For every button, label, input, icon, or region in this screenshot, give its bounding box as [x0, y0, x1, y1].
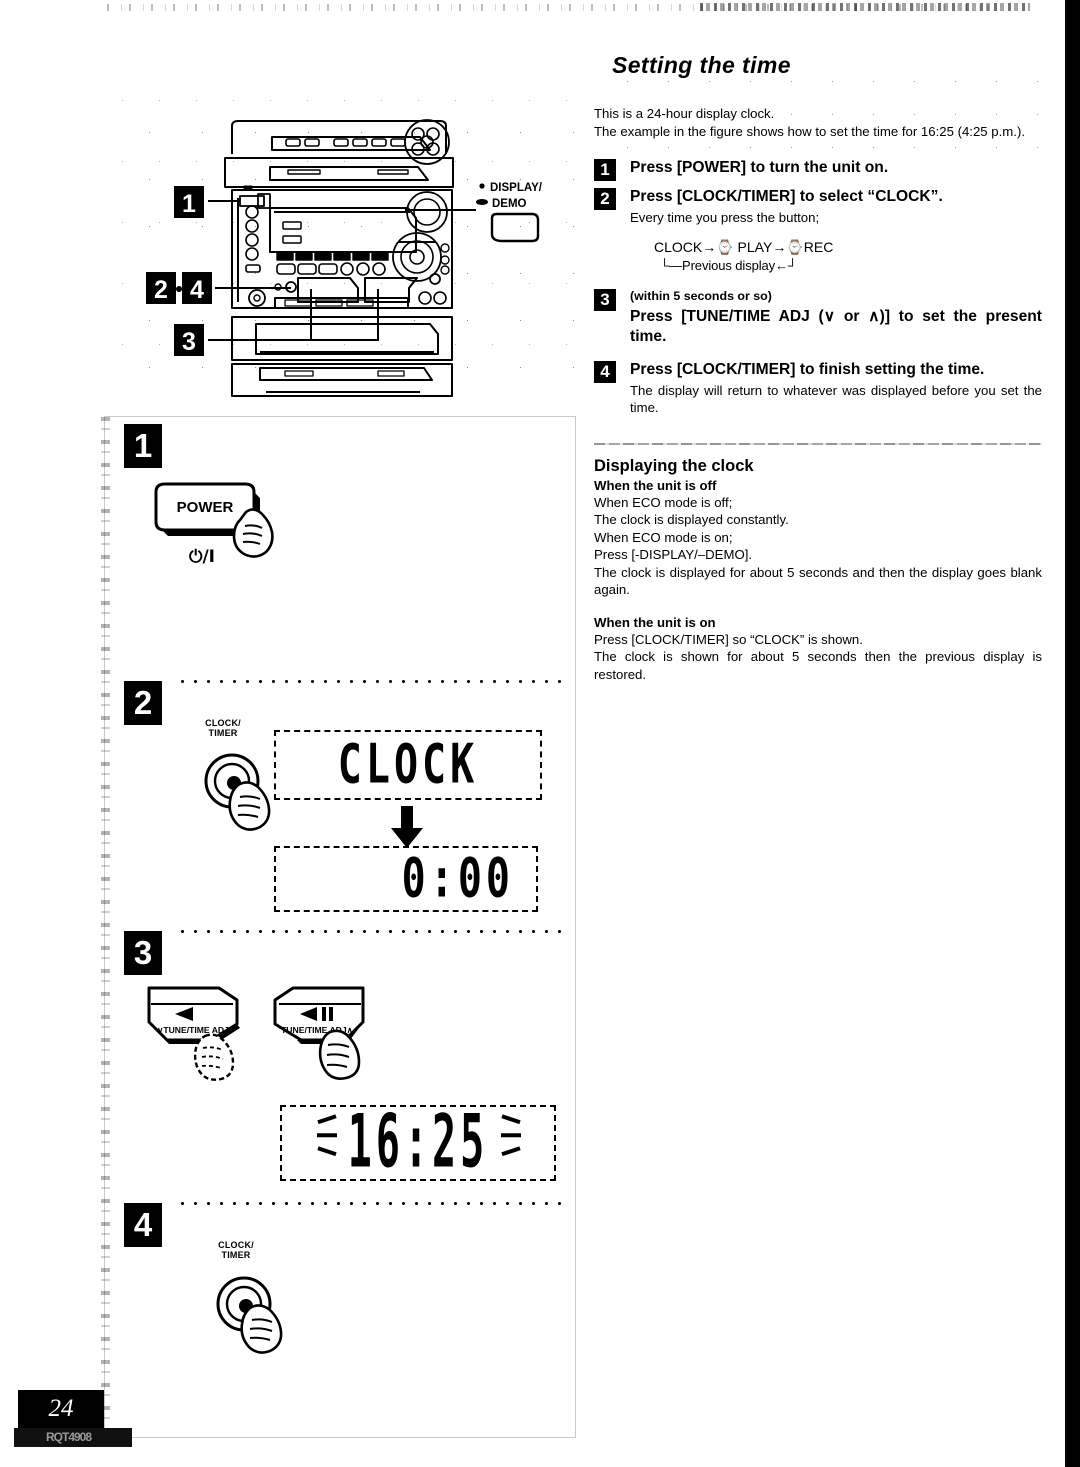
unit-on-line-1: Press [CLOCK/TIMER] so “CLOCK” is shown.: [594, 631, 863, 647]
intro-line-2: The example in the figure shows how to s…: [594, 123, 1026, 139]
callout-4-label: 4: [190, 276, 204, 304]
clock-timer-caption-4-line2: TIMER: [221, 1250, 251, 1260]
figure-step-3-number: 3: [124, 931, 162, 975]
step-1-heading: Press [POWER] to turn the unit on.: [630, 159, 889, 176]
step-2-number: 2: [594, 188, 616, 210]
unit-off-heading: When the unit is off: [594, 477, 717, 493]
figure-step-2-number: 2: [124, 681, 162, 725]
clock-timer-button-illustration-4: [208, 1268, 318, 1363]
unit-off-line-3: When ECO mode is on;: [594, 529, 733, 545]
footer-code: RQT4908: [46, 1430, 92, 1444]
lcd-display-clock-text: CLOCK: [337, 733, 479, 797]
step-1: 1 Press [POWER] to turn the unit on.: [594, 158, 1042, 181]
unit-on-block: When the unit is on Press [CLOCK/TIMER] …: [594, 614, 1042, 684]
lcd-display-time-text: 16:25: [347, 1101, 489, 1185]
unit-off-line-1: When ECO mode is off;: [594, 494, 733, 510]
step-3-heading: Press [TUNE/TIME ADJ (∨ or ∧)] to set th…: [630, 307, 1042, 345]
unit-off-line-4: Press [-DISPLAY/–DEMO].: [594, 547, 753, 562]
clock-timer-caption-2: CLOCK/ TIMER: [190, 718, 256, 738]
lcd-display-zero-text: 0:00: [401, 847, 514, 911]
flash-marks-left-icon: [316, 1114, 337, 1157]
stereo-system-illustration: 1 2 4 3 DISPLAY/ DEMO: [120, 112, 575, 402]
page-number: 24: [48, 1395, 74, 1422]
step-3-number: 3: [594, 288, 616, 311]
step-4-heading: Press [CLOCK/TIMER] to finish setting th…: [630, 360, 985, 378]
unit-on-paragraph: The clock is shown for about 5 seconds t…: [594, 649, 1042, 682]
step-2-flow-sequence: CLOCK→⌚ PLAY→⌚REC: [654, 238, 834, 255]
step-3-note: (within 5 seconds or so): [630, 288, 772, 303]
step-1-number: 1: [594, 159, 616, 181]
scan-noise-top-dark: [700, 3, 1030, 11]
unit-off-block: When the unit is off When ECO mode is of…: [594, 477, 1042, 599]
figure-step-1-number: 1: [124, 424, 162, 468]
callout-2-label: 2: [154, 276, 168, 304]
tune-time-adj-buttons-illustration: ∨TUNE/TIME ADJ TUNE/TIME ADJ∧: [145, 978, 395, 1088]
figure-step-4-number: 4: [124, 1203, 162, 1247]
step-4-subtext: The display will return to whatever was …: [630, 382, 1042, 416]
demo-dash-icon: [476, 199, 488, 205]
step-2-heading: Press [CLOCK/TIMER] to select “CLOCK”.: [630, 188, 943, 205]
display-demo-label-2: DEMO: [492, 198, 527, 210]
step-2: 2 Press [CLOCK/TIMER] to select “CLOCK”.…: [594, 187, 1042, 274]
flash-marks-right-icon: [501, 1114, 522, 1157]
unit-off-line-2: The clock is displayed constantly.: [594, 512, 789, 527]
clock-timer-caption-4-line1: CLOCK/: [218, 1240, 254, 1250]
step-2-subtext: Every time you press the button;: [630, 210, 820, 225]
section-title: Displaying the clock: [594, 456, 754, 475]
power-button-illustration: POWER ⏻/I: [150, 470, 320, 580]
clock-timer-caption-2-line1: CLOCK/: [205, 718, 241, 728]
display-bullet-icon: [479, 183, 485, 189]
unit-on-heading: When the unit is on: [594, 614, 716, 630]
dot-separator-3: [176, 1202, 564, 1205]
clock-timer-caption-2-line2: TIMER: [208, 728, 238, 738]
page-number-box: 24: [18, 1390, 104, 1428]
power-button-label: POWER: [177, 499, 234, 516]
intro-line-1: This is a 24-hour display clock.: [594, 106, 775, 121]
power-symbol-label: ⏻/I: [189, 547, 215, 567]
display-demo-button-shape: [490, 212, 540, 243]
step-4: 4 Press [CLOCK/TIMER] to finish setting …: [594, 360, 1042, 417]
manual-page: 1 2 4 3 DISPLAY/ DEMO Setting the time T…: [0, 0, 1080, 1467]
clock-timer-caption-4: CLOCK/ TIMER: [203, 1240, 269, 1260]
display-demo-label-1: DISPLAY/: [490, 182, 543, 194]
intro-block: This is a 24-hour display clock. The exa…: [594, 105, 1042, 140]
dot-separator-2: [176, 930, 564, 933]
step-2-flow-return: └—Previous display←┘: [660, 257, 798, 273]
lcd-display-clock: CLOCK: [274, 730, 542, 800]
tune-adj-left-label: ∨TUNE/TIME ADJ: [157, 1025, 229, 1035]
section-divider: [594, 442, 1042, 445]
page-title: Setting the time: [612, 52, 791, 78]
down-arrow-icon: [390, 806, 424, 848]
scan-edge-bar: [1065, 0, 1080, 1467]
callout-1-label: 1: [182, 190, 196, 218]
instructions-column: Setting the time This is a 24-hour displ…: [594, 52, 1042, 683]
lcd-display-time-flashing: 16:25: [280, 1101, 556, 1185]
step-3: 3 (within 5 seconds or so) Press [TUNE/T…: [594, 288, 1042, 347]
step-4-number: 4: [594, 360, 616, 383]
dot-separator-1: [176, 680, 564, 683]
lcd-display-zero: 0:00: [274, 846, 538, 912]
callout-3-label: 3: [182, 328, 196, 356]
unit-off-paragraph: The clock is displayed for about 5 secon…: [594, 564, 1042, 598]
